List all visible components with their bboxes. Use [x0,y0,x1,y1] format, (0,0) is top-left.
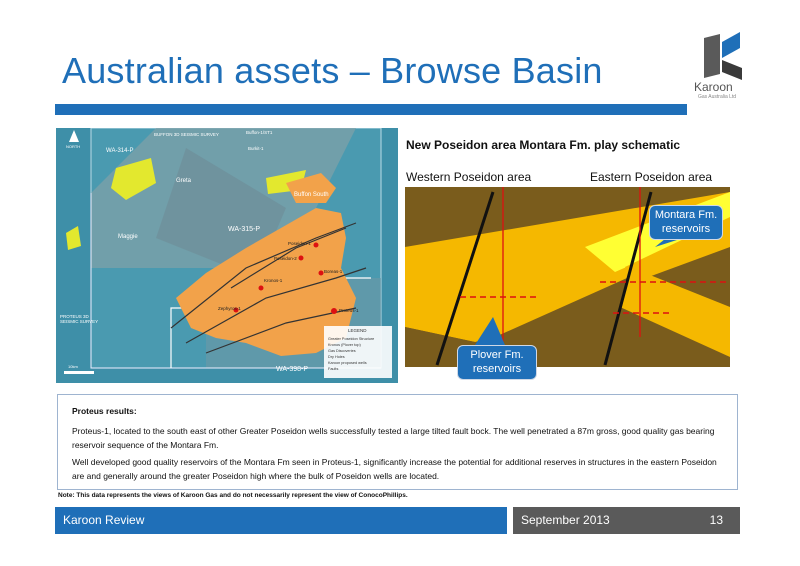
callout-line: Plover Fm. [470,349,524,361]
footer-left-bar: Karoon Review [55,507,507,534]
well-label: Burkit-1 [248,146,264,151]
well-label: Buffon-1/ST1 [246,130,273,135]
map-label-maggie: Maggie [118,234,138,240]
map-label-proteus-survey: PROTEUS 3D SEISMIC SURVEY [60,314,99,324]
montara-reservoirs-callout: Montara Fm. reservoirs [649,205,723,240]
well-label: Poseidon-1 [288,241,311,246]
legend-item: Faults [328,367,339,371]
browse-basin-map: WA-314-P WA-315-P WA-398-P Greta Buffon … [56,128,398,383]
logo-subtitle: Gas Australia Ltd [698,94,737,100]
map-legend-title: LEGEND [348,328,367,333]
map-label-buffon-survey: BUFFON 3D SEISMIC SURVEY [154,132,219,137]
callout-line: Montara Fm. [654,209,718,221]
proteus-results-box: Proteus results: Proteus-1, located to t… [57,394,738,490]
results-paragraph-2: Well developed good quality reservoirs o… [72,457,717,481]
footer-title: Karoon Review [63,513,145,527]
footer-date: September 2013 [521,513,610,527]
results-heading: Proteus results: [72,406,137,416]
results-paragraph-1: Proteus-1, located to the south east of … [72,426,715,450]
western-area-label: Western Poseidon area [406,170,532,184]
schematic-title: New Poseidon area Montara Fm. play schem… [406,138,681,152]
well-label: Proteus-1 [339,308,359,313]
footer-right-bar: September 2013 13 [513,507,740,534]
map-label-buffon-south: Buffon South [294,192,329,198]
well-label: Kronos-1 [264,278,283,283]
map-scale-label: 10km [68,364,78,369]
disclaimer-note: Note: This data represents the views of … [58,492,408,499]
map-north-label: NORTH [66,144,81,149]
plover-reservoirs-callout: Plover Fm. reservoirs [457,345,537,380]
map-label-greta: Greta [176,178,192,184]
map-label-wa315: WA-315-P [228,226,261,233]
slide-title: Australian assets – Browse Basin [62,50,603,91]
map-label-wa398: WA-398-P [276,366,309,373]
logo-name: Karoon [694,80,733,94]
callout-line: reservoirs [472,363,522,375]
eastern-area-label: Eastern Poseidon area [590,170,713,184]
well-label: Zephyros-1 [218,306,241,311]
well-label: Boreas-1 [324,269,343,274]
page-number: 13 [709,513,723,527]
map-legend: Greater Poseidon Structure Kronos (Plove… [328,336,374,372]
well-label: Poseidon-2 [274,256,297,261]
title-underline-bar [55,104,687,115]
callout-line: reservoirs [661,223,711,235]
map-label-wa314: WA-314-P [106,148,134,154]
